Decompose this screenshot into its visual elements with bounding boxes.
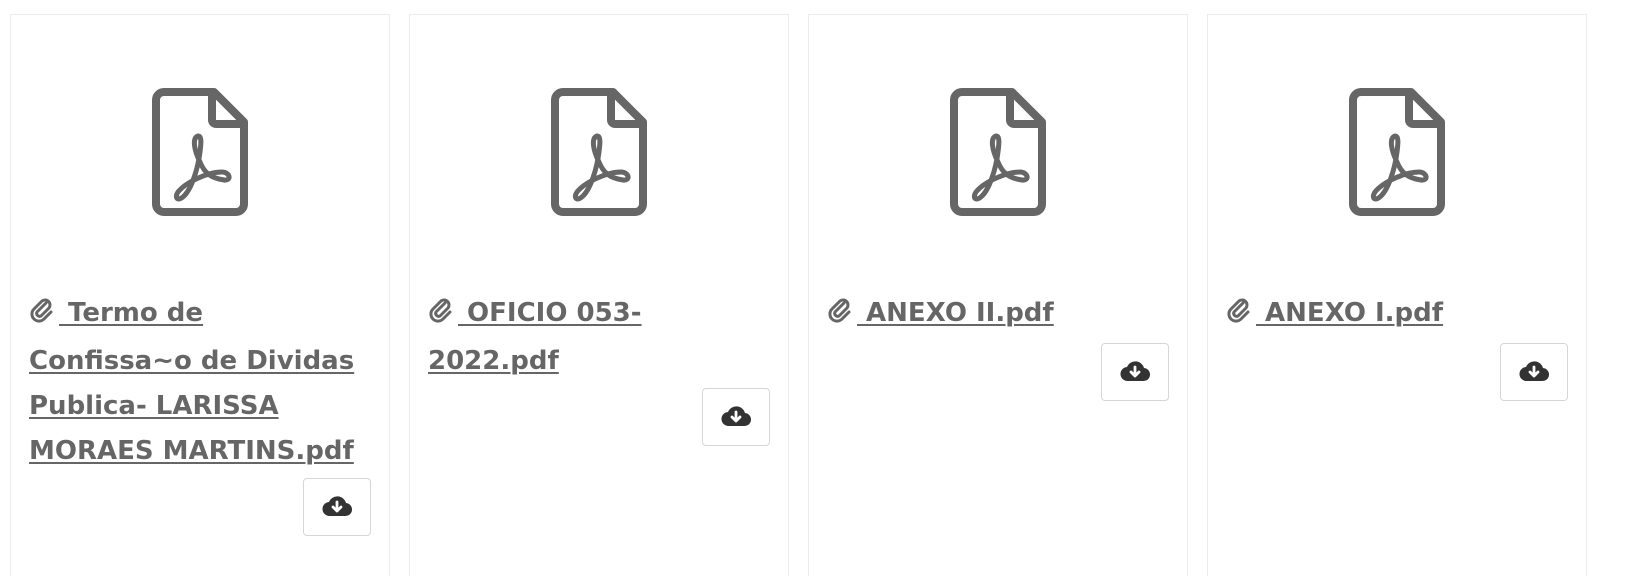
attachment-card: OFICIO 053-2022.pdf (409, 14, 789, 576)
cloud-download-icon (721, 406, 751, 427)
attachment-file-name: ANEXO II.pdf (857, 298, 1054, 328)
paperclip-icon (827, 294, 853, 339)
attachment-card: ANEXO II.pdf (808, 14, 1188, 576)
cloud-download-icon (1120, 361, 1150, 382)
download-button[interactable] (1101, 343, 1169, 401)
download-button[interactable] (303, 478, 371, 536)
attachment-file-name: OFICIO 053-2022.pdf (428, 298, 642, 376)
attachment-file-link[interactable]: OFICIO 053-2022.pdf (428, 298, 642, 376)
paperclip-icon (428, 294, 454, 339)
file-pdf-icon (152, 87, 248, 216)
cloud-download-icon (322, 496, 352, 517)
download-button[interactable] (1500, 343, 1568, 401)
attachment-file-link[interactable]: Termo de Confissa~o de Dividas Publica- … (29, 298, 354, 466)
attachment-file-name: Termo de Confissa~o de Dividas Publica- … (29, 298, 355, 466)
attachment-thumbnail (809, 15, 1187, 270)
attachment-thumbnail (410, 15, 788, 270)
attachment-thumbnail (11, 15, 389, 270)
cloud-download-icon (1519, 361, 1549, 382)
attachment-file-name: ANEXO I.pdf (1256, 298, 1444, 328)
paperclip-icon (29, 294, 55, 339)
attachment-file-link[interactable]: ANEXO I.pdf (1226, 298, 1443, 328)
attachment-card: Termo de Confissa~o de Dividas Publica- … (10, 14, 390, 576)
attachment-file-link[interactable]: ANEXO II.pdf (827, 298, 1054, 328)
attachments-grid: Termo de Confissa~o de Dividas Publica- … (0, 0, 1651, 576)
file-pdf-icon (950, 87, 1046, 216)
paperclip-icon (1226, 294, 1252, 339)
file-pdf-icon (1349, 87, 1445, 216)
attachment-thumbnail (1208, 15, 1586, 270)
attachment-card: ANEXO I.pdf (1207, 14, 1587, 576)
download-button[interactable] (702, 388, 770, 446)
file-pdf-icon (551, 87, 647, 216)
